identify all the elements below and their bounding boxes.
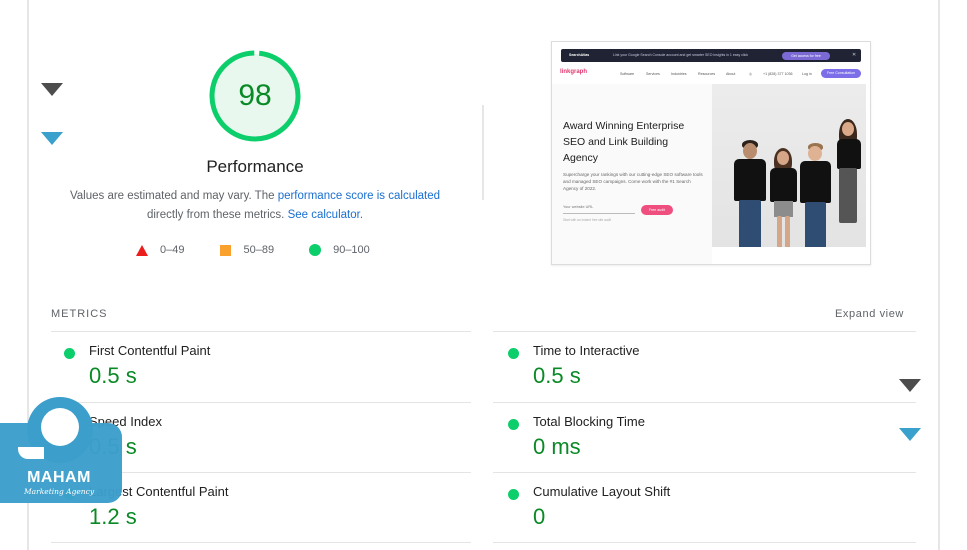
legend-label: 50–89 bbox=[243, 244, 275, 256]
thumb-team-photo bbox=[712, 84, 866, 247]
metric-value: 0.5 s bbox=[533, 363, 581, 388]
metric-value: 0.5 s bbox=[89, 363, 137, 388]
expand-view-toggle[interactable]: Expand view bbox=[835, 308, 904, 320]
triangle-down-dark-icon bbox=[899, 379, 921, 392]
thumb-announcement-banner: SearchAtlas Link your Google Search Cons… bbox=[561, 49, 861, 62]
metric-cumulative-layout-shift[interactable]: Cumulative Layout Shift 0 bbox=[508, 484, 888, 544]
triangle-down-dark-icon bbox=[41, 83, 63, 96]
thumb-nav-cta: Free Consultation bbox=[821, 69, 861, 78]
close-icon: ✕ bbox=[852, 52, 857, 58]
thumb-subtext: Supercharge your rankings with our cutti… bbox=[563, 172, 703, 191]
metric-label: Time to Interactive bbox=[533, 343, 640, 358]
pass-circle-icon bbox=[508, 489, 519, 500]
legend-average: 50–89 bbox=[220, 244, 274, 256]
final-screenshot-thumbnail[interactable]: SearchAtlas Link your Google Search Cons… bbox=[551, 41, 871, 265]
triangle-down-blue-icon bbox=[899, 428, 921, 441]
divider bbox=[51, 331, 471, 332]
thumb-navbar: linkgraph Software Services Industries R… bbox=[560, 68, 865, 80]
description-middle: directly from these metrics. bbox=[146, 209, 288, 221]
metric-first-contentful-paint[interactable]: First Contentful Paint 0.5 s bbox=[64, 343, 444, 403]
logo-tagline: Marketing Agency bbox=[24, 487, 95, 496]
logo-ring-hole bbox=[41, 408, 79, 446]
thumb-logo: linkgraph bbox=[560, 69, 588, 75]
metrics-heading: METRICS bbox=[51, 308, 108, 320]
thumb-nav-item: About bbox=[726, 72, 736, 76]
legend-pass: 90–100 bbox=[309, 244, 370, 256]
thumb-banner-text: Link your Google Search Console account … bbox=[613, 53, 749, 57]
divider bbox=[493, 542, 916, 543]
performance-score-gauge[interactable]: 98 bbox=[207, 48, 303, 144]
pass-circle-icon bbox=[508, 419, 519, 430]
gauge-title: Performance bbox=[206, 157, 304, 176]
thumb-audit-button: Free audit bbox=[641, 205, 673, 215]
globe-icon: ◎ bbox=[749, 72, 753, 76]
divider bbox=[51, 542, 471, 543]
metric-value: 0 bbox=[533, 504, 546, 529]
page-border-right bbox=[938, 0, 940, 550]
thumb-url-input: Your website URL bbox=[563, 205, 635, 214]
metric-label: Total Blocking Time bbox=[533, 414, 645, 429]
legend-label: 90–100 bbox=[333, 244, 370, 256]
pass-circle-icon bbox=[64, 348, 75, 359]
description-prefix: Values are estimated and may vary. The bbox=[69, 190, 278, 202]
triangle-down-blue-icon bbox=[41, 132, 63, 145]
score-calculated-link[interactable]: performance score is calculated bbox=[278, 190, 440, 202]
maham-watermark-logo: MAHAM Marketing Agency bbox=[0, 395, 124, 510]
pass-circle-icon bbox=[508, 348, 519, 359]
logo-tail bbox=[18, 447, 44, 459]
legend-fail: 0–49 bbox=[136, 244, 184, 256]
thumb-headline: Award Winning Enterprise SEO and Link Bu… bbox=[563, 120, 685, 164]
square-icon bbox=[220, 244, 232, 256]
logo-name: MAHAM bbox=[27, 469, 91, 486]
score-value: 98 bbox=[238, 79, 272, 112]
divider bbox=[493, 331, 916, 332]
triangle-icon bbox=[136, 244, 148, 256]
thumb-nav-item: Industries bbox=[671, 72, 687, 76]
score-legend: 0–49 50–89 90–100 bbox=[136, 242, 370, 258]
thumb-nav-item: Services bbox=[646, 72, 660, 76]
thumb-nav-item: Resources bbox=[698, 72, 716, 76]
thumb-nav-login: Log in bbox=[802, 72, 812, 76]
vertical-divider bbox=[482, 105, 484, 200]
metric-value: 0 ms bbox=[533, 434, 581, 459]
divider bbox=[493, 472, 916, 473]
thumb-banner-brand: SearchAtlas bbox=[569, 53, 590, 57]
circle-icon bbox=[309, 244, 322, 256]
see-calculator-link[interactable]: See calculator. bbox=[288, 209, 363, 221]
score-description: Values are estimated and may vary. The p… bbox=[60, 187, 450, 225]
thumb-banner-cta: Get access for free bbox=[782, 51, 830, 60]
legend-label: 0–49 bbox=[160, 244, 185, 256]
metric-label: Cumulative Layout Shift bbox=[533, 484, 671, 499]
thumb-nav-item: Software bbox=[620, 72, 635, 76]
thumb-note: Start with an instant free site audit bbox=[563, 218, 612, 222]
metric-total-blocking-time[interactable]: Total Blocking Time 0 ms bbox=[508, 414, 888, 474]
metric-label: First Contentful Paint bbox=[89, 343, 211, 358]
divider bbox=[493, 402, 916, 403]
metric-time-to-interactive[interactable]: Time to Interactive 0.5 s bbox=[508, 343, 888, 403]
thumb-nav-phone: +1 (828) 377 1036 bbox=[763, 72, 793, 76]
thumb-hero-left: Award Winning Enterprise SEO and Link Bu… bbox=[552, 84, 712, 264]
